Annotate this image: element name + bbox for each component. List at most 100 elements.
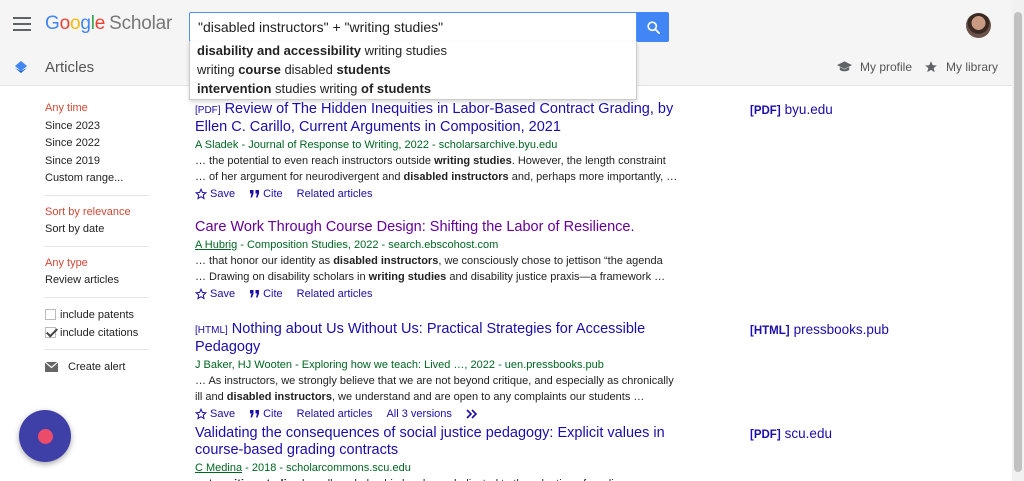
create-alert-label: Create alert — [68, 360, 126, 373]
save-button[interactable]: Save — [195, 188, 235, 200]
highlighted-term: course — [238, 62, 281, 77]
text-fragment: … Drawing on disability scholars in — [195, 270, 369, 283]
result-title: Nothing about Us Without Us: Practical S… — [195, 321, 646, 355]
filter-since-2023[interactable]: Since 2023 — [45, 118, 155, 136]
result-item: [PDF] Review of The Hidden Inequities in … — [195, 101, 685, 202]
sort-by-relevance[interactable]: Sort by relevance — [45, 204, 155, 222]
articles-label[interactable]: Articles — [45, 59, 94, 76]
full-text-domain: byu.edu — [784, 102, 833, 117]
full-text-link[interactable]: [HTML] pressbooks.pub — [750, 322, 889, 337]
filter-since-2019[interactable]: Since 2019 — [45, 153, 155, 171]
my-library-link[interactable]: My library — [924, 60, 998, 74]
highlighted-term: writing studies — [368, 270, 447, 283]
result-title-link[interactable]: Care Work Through Course Design: Shiftin… — [195, 219, 685, 236]
search-suggestions: disability and accessibility writing stu… — [189, 41, 637, 100]
all-versions-link[interactable]: All 3 versions — [386, 408, 451, 420]
result-actions: Save Cite Related articles All 3 versions — [195, 406, 685, 422]
save-button[interactable]: Save — [195, 408, 235, 420]
avatar[interactable] — [966, 13, 991, 38]
scrollbar-thumb[interactable] — [1014, 12, 1022, 472]
text-fragment: … As instructors, we strongly believe th… — [195, 375, 674, 387]
full-text-domain: scu.edu — [784, 426, 832, 441]
result-title-link[interactable]: [PDF] Review of The Hidden Inequities in … — [195, 101, 685, 136]
record-dot-icon — [37, 428, 53, 444]
more-button[interactable] — [466, 409, 479, 419]
include-citations-checkbox[interactable]: include citations — [45, 324, 155, 342]
related-articles-link[interactable]: Related articles — [297, 188, 373, 200]
divider — [44, 194, 149, 196]
checkbox-checked — [45, 327, 56, 338]
result-meta: A Sladek - Journal of Response to Writin… — [195, 138, 685, 153]
cite-label: Cite — [263, 408, 283, 420]
include-patents-checkbox[interactable]: include patents — [45, 306, 155, 324]
format-tag: [PDF] — [195, 105, 221, 116]
suggestion-item[interactable]: intervention studies writing of students — [190, 79, 636, 98]
my-library-label: My library — [946, 60, 999, 74]
result-snippet: … the potential to even reach instructor… — [195, 154, 685, 185]
format-tag: [HTML] — [195, 325, 228, 336]
text-fragment: , we consciously chose to jettison “the … — [438, 255, 663, 267]
result-title: Validating the consequences of social ju… — [195, 425, 665, 458]
search-input[interactable] — [190, 13, 636, 41]
google-scholar-logo[interactable]: Google Scholar — [45, 13, 172, 35]
filter-review-articles[interactable]: Review articles — [45, 272, 155, 290]
publication-info: - 2018 - scholarcommons.scu.edu — [242, 462, 411, 474]
filter-any-time[interactable]: Any time — [45, 100, 155, 118]
snippet-line-1: … that honor our identity as disabled in… — [195, 254, 685, 270]
my-profile-link[interactable]: My profile — [837, 60, 912, 74]
cite-button[interactable]: Cite — [249, 408, 283, 420]
author-link[interactable]: C Medina — [195, 462, 242, 474]
result-meta: C Medina - 2018 - scholarcommons.scu.edu — [195, 461, 685, 476]
related-articles-link[interactable]: Related articles — [297, 288, 373, 300]
double-chevron-icon — [466, 409, 478, 419]
divider — [44, 348, 149, 350]
quote-icon — [250, 190, 260, 198]
cite-label: Cite — [263, 288, 283, 300]
checkbox-unchecked — [45, 309, 56, 320]
cite-button[interactable]: Cite — [249, 188, 283, 200]
snippet-line-1: … As instructors, we strongly believe th… — [195, 374, 685, 390]
highlighted-term: intervention — [197, 81, 272, 96]
result-snippet: … As instructors, we strongly believe th… — [195, 374, 685, 405]
divider — [44, 296, 149, 298]
related-articles-link[interactable]: Related articles — [297, 408, 373, 420]
menu-icon[interactable] — [13, 17, 31, 31]
result-snippet: … In writing studies broadly, scholarshi… — [195, 477, 685, 481]
graduation-cap-icon — [837, 61, 852, 72]
articles-icon — [15, 61, 27, 73]
snippet-line-2: ill and disabled instructors, we underst… — [195, 390, 685, 406]
filter-any-type[interactable]: Any type — [45, 255, 155, 273]
full-text-link[interactable]: [PDF] byu.edu — [750, 102, 833, 117]
result-title-link[interactable]: [HTML] Nothing about Us Without Us: Pract… — [195, 321, 685, 356]
publication-info: A Sladek - Journal of Response to Writin… — [195, 139, 558, 151]
text-fragment: … that honor our identity as — [195, 255, 334, 267]
suggestion-item[interactable]: disability and accessibility writing stu… — [190, 41, 636, 60]
text-fragment: and, perhaps more importantly, … — [508, 170, 678, 183]
save-button[interactable]: Save — [195, 288, 235, 300]
snippet-line-2: … of her argument for neurodivergent and… — [195, 170, 685, 186]
result-title: Review of The Hidden Inequities in Labor… — [195, 101, 674, 135]
my-profile-label: My profile — [860, 60, 913, 74]
author-link[interactable]: A Hubrig — [195, 239, 237, 251]
scrollbar[interactable] — [1012, 0, 1024, 481]
cite-button[interactable]: Cite — [249, 288, 283, 300]
suggestion-item[interactable]: writing course disabled students — [190, 60, 636, 79]
star-outline-icon — [195, 188, 207, 200]
create-alert-button[interactable]: Create alert — [45, 358, 155, 376]
result-title-link[interactable]: Validating the consequences of social ju… — [195, 425, 685, 459]
floating-record-button[interactable] — [19, 410, 71, 462]
result-meta: J Baker, HJ Wooten - Exploring how we te… — [195, 358, 685, 373]
full-text-link[interactable]: [PDF] scu.edu — [750, 426, 832, 441]
sort-by-date[interactable]: Sort by date — [45, 221, 155, 239]
save-label: Save — [210, 188, 236, 200]
publication-info: J Baker, HJ Wooten - Exploring how we te… — [195, 359, 604, 371]
divider — [44, 245, 149, 247]
text-fragment: . However, the length constraint — [511, 155, 666, 167]
filter-custom-range[interactable]: Custom range... — [45, 170, 155, 188]
related-articles-label: Related articles — [296, 288, 373, 300]
text-fragment: ill and — [195, 390, 227, 403]
search-button[interactable] — [637, 12, 669, 42]
filter-since-2022[interactable]: Since 2022 — [45, 135, 155, 153]
search-icon — [646, 20, 660, 34]
include-patents-label: include patents — [60, 308, 134, 321]
